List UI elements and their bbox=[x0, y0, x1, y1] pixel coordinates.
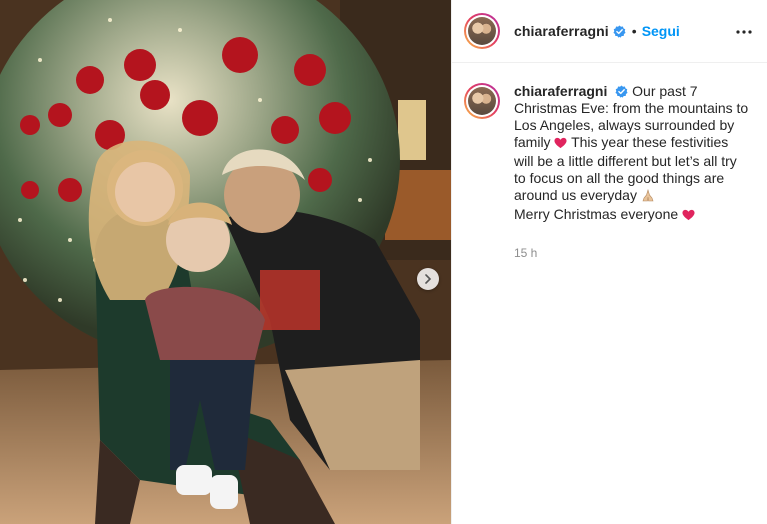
chevron-right-icon bbox=[425, 274, 432, 284]
caption-part-3: Merry Christmas everyone bbox=[514, 206, 679, 222]
post-side-panel: chiaraferragni • Segui chiaraferragni Ou… bbox=[451, 0, 767, 524]
post-timestamp[interactable]: 15 h bbox=[514, 245, 750, 262]
verified-badge-icon bbox=[615, 85, 628, 98]
folded-hands-icon bbox=[641, 188, 655, 206]
family-christmas-photo bbox=[0, 0, 451, 524]
post-header: chiaraferragni • Segui bbox=[452, 0, 767, 63]
more-options-button[interactable] bbox=[734, 22, 754, 42]
more-options-icon bbox=[736, 30, 752, 34]
caption-body: chiaraferragni Our past 7 Christmas Eve:… bbox=[514, 83, 750, 262]
separator-dot: • bbox=[631, 23, 637, 39]
follow-button[interactable]: Segui bbox=[642, 23, 680, 39]
verified-badge-icon bbox=[613, 24, 626, 38]
caption-text: chiaraferragni Our past 7 Christmas Eve:… bbox=[514, 83, 750, 225]
caption-username[interactable]: chiaraferragni bbox=[514, 83, 607, 99]
red-heart-icon bbox=[682, 208, 695, 225]
post-caption: chiaraferragni Our past 7 Christmas Eve:… bbox=[464, 83, 756, 262]
red-heart-icon bbox=[554, 136, 567, 153]
profile-avatar[interactable] bbox=[464, 13, 500, 49]
post-photo[interactable] bbox=[0, 0, 451, 524]
header-username[interactable]: chiaraferragni bbox=[514, 23, 609, 39]
caption-avatar[interactable] bbox=[464, 83, 500, 119]
next-photo-button[interactable] bbox=[417, 268, 439, 290]
